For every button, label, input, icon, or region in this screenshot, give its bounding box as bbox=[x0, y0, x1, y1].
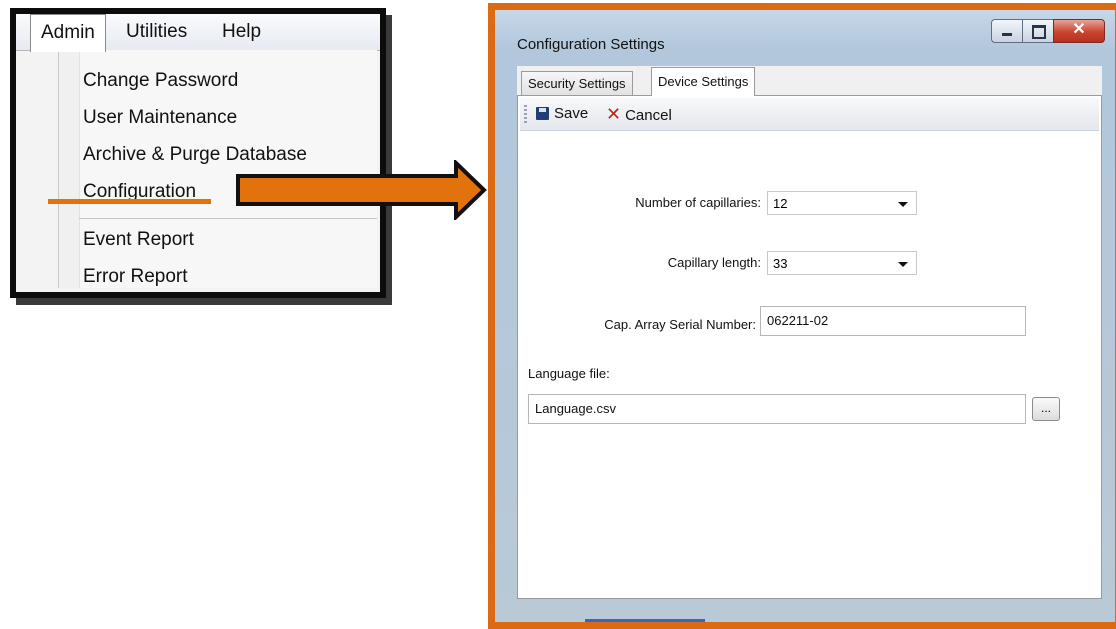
save-label: Save bbox=[554, 105, 589, 122]
toolbar: Save ✕ Cancel bbox=[520, 98, 1099, 131]
configuration-window: Configuration Settings ✕ Security Settin… bbox=[495, 10, 1115, 622]
chevron-down-icon bbox=[898, 202, 908, 207]
background-window-edge bbox=[585, 619, 705, 622]
window-title: Configuration Settings bbox=[517, 36, 665, 53]
tab-device-settings[interactable]: Device Settings bbox=[651, 67, 756, 96]
floppy-disk-icon bbox=[536, 107, 549, 120]
capillaries-select[interactable]: 12 bbox=[767, 191, 917, 215]
capillaries-label: Number of capillaries: bbox=[635, 195, 761, 210]
minimize-icon bbox=[1002, 33, 1012, 36]
minimize-button[interactable] bbox=[991, 19, 1022, 43]
cancel-x-icon: ✕ bbox=[606, 104, 622, 124]
capillary-length-value: 33 bbox=[773, 256, 788, 271]
serial-number-label: Cap. Array Serial Number: bbox=[604, 317, 756, 332]
device-settings-page: Save ✕ Cancel Number of capillaries: 12 C… bbox=[517, 95, 1102, 599]
caption-buttons: ✕ bbox=[991, 19, 1105, 43]
menubar: Admin Utilities Help bbox=[16, 14, 380, 52]
menu-item-error-report[interactable]: Error Report bbox=[83, 263, 188, 291]
arrow-right-icon bbox=[236, 160, 487, 220]
tab-security-settings[interactable]: Security Settings bbox=[521, 71, 633, 96]
tab-strip: Security Settings Device Settings bbox=[517, 66, 1102, 96]
window-client-area: Security Settings Device Settings Save ✕… bbox=[517, 66, 1102, 599]
menu-admin[interactable]: Admin bbox=[30, 14, 106, 52]
menu-item-event-report[interactable]: Event Report bbox=[83, 226, 194, 254]
configuration-window-frame: Configuration Settings ✕ Security Settin… bbox=[488, 3, 1116, 629]
configuration-highlight-underline bbox=[48, 199, 211, 204]
admin-menu-panel: Admin Utilities Help Change Password Use… bbox=[10, 8, 386, 298]
cancel-button[interactable]: ✕ Cancel bbox=[606, 102, 672, 126]
capillary-length-select[interactable]: 33 bbox=[767, 251, 917, 275]
menu-utilities[interactable]: Utilities bbox=[116, 14, 197, 50]
menu-help[interactable]: Help bbox=[212, 14, 271, 50]
serial-number-field[interactable]: 062211-02 bbox=[760, 306, 1026, 336]
menu-item-change-password[interactable]: Change Password bbox=[83, 67, 238, 95]
menu-gutter bbox=[59, 50, 80, 288]
close-button[interactable]: ✕ bbox=[1053, 19, 1105, 43]
chevron-down-icon bbox=[898, 262, 908, 267]
maximize-icon bbox=[1032, 25, 1046, 39]
cancel-label: Cancel bbox=[625, 107, 672, 124]
menu-item-user-maintenance[interactable]: User Maintenance bbox=[83, 104, 237, 132]
capillaries-value: 12 bbox=[773, 196, 788, 211]
capillary-length-label: Capillary length: bbox=[667, 255, 761, 270]
browse-button[interactable]: ... bbox=[1032, 397, 1060, 421]
language-file-field[interactable]: Language.csv bbox=[528, 394, 1026, 424]
language-file-label: Language file: bbox=[528, 366, 610, 381]
save-button[interactable]: Save bbox=[536, 102, 588, 126]
maximize-button[interactable] bbox=[1022, 19, 1053, 43]
toolbar-grip bbox=[524, 105, 527, 123]
close-icon: ✕ bbox=[1072, 21, 1086, 38]
